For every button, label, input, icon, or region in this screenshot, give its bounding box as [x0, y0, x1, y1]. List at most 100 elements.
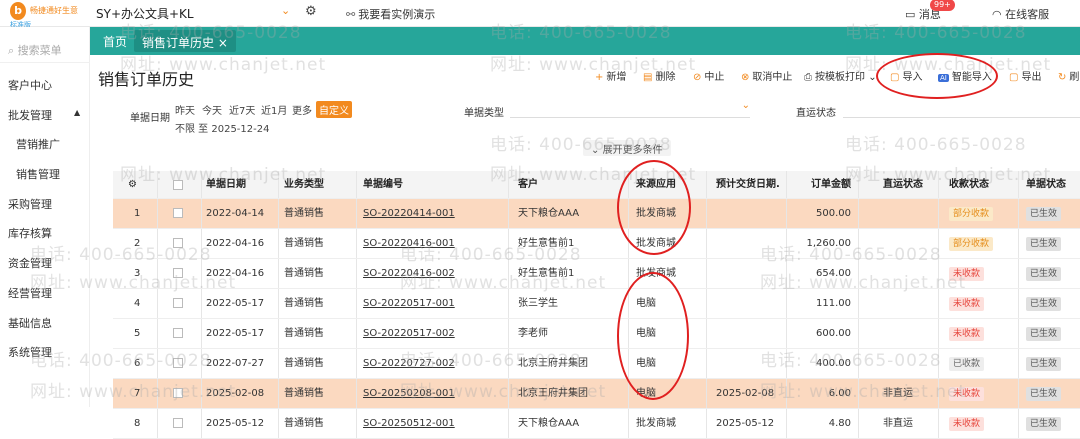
row-checkbox[interactable]: [173, 238, 183, 248]
cell-src: 电脑: [636, 358, 656, 369]
column-header-cust[interactable]: 客户: [518, 171, 623, 199]
sidebar-item-marketing[interactable]: 营销推广: [16, 136, 60, 152]
sidebar-item-system[interactable]: 系统管理: [8, 344, 52, 360]
print-template-button[interactable]: ⎙ 按模板打印 ⌄: [804, 68, 877, 83]
tab-strip: 首页 销售订单历史 ×: [90, 27, 1080, 55]
column-divider: [278, 409, 279, 438]
row-checkbox[interactable]: [173, 298, 183, 308]
row-checkbox[interactable]: [173, 358, 183, 368]
smart-import-button[interactable]: AI 智能导入: [938, 68, 992, 83]
date-option-more[interactable]: 更多: [292, 102, 312, 117]
sidebar-item-purchase[interactable]: 采购管理: [8, 196, 52, 212]
select-all-checkbox[interactable]: [173, 180, 183, 190]
date-option-1month[interactable]: 近1月: [261, 102, 287, 117]
menu-search-input[interactable]: ⌕ 搜索菜单: [0, 39, 90, 63]
sidebar-item-basic-info[interactable]: 基础信息: [8, 315, 52, 331]
cell-src: 批发商城: [636, 208, 676, 219]
sidebar-item-sales[interactable]: 销售管理: [16, 166, 60, 182]
table-row[interactable]: 4 2022-05-17 普通销售 SO-20220517-001 张三学生 电脑 111.…: [113, 289, 1080, 319]
cell-no[interactable]: SO-20220517-001: [363, 289, 503, 319]
date-option-yesterday[interactable]: 昨天: [175, 102, 195, 117]
row-checkbox[interactable]: [173, 388, 183, 398]
date-range-value[interactable]: 不限 至 2025-12-24: [175, 120, 269, 135]
table-row[interactable]: 3 2022-04-16 普通销售 SO-20220416-002 好生意售前1 批发商城…: [113, 259, 1080, 289]
column-divider: [278, 289, 279, 318]
column-header-pay[interactable]: 收款状态: [949, 171, 1019, 199]
column-divider: [858, 259, 859, 288]
type-filter-select[interactable]: ⌄: [510, 100, 750, 118]
cancel-stop-button[interactable]: ⊗ 取消中止: [741, 68, 792, 83]
column-divider: [706, 379, 707, 408]
cell-biz: 普通销售: [284, 328, 324, 339]
app-logo[interactable]: b 畅捷通好生意 标准版: [6, 2, 90, 29]
cell-no[interactable]: SO-20250512-001: [363, 409, 503, 439]
date-option-custom[interactable]: 自定义: [316, 101, 352, 118]
row-checkbox[interactable]: [173, 208, 183, 218]
column-divider: [858, 379, 859, 408]
export-button[interactable]: ▢ 导出: [1009, 68, 1041, 83]
status-badge: 已生效: [1026, 357, 1062, 371]
cell-pay: 未收款: [949, 289, 1019, 319]
date-option-7days[interactable]: 近7天: [229, 102, 255, 117]
column-header-amt[interactable]: 订单金额: [789, 171, 851, 199]
tab-home[interactable]: 首页: [103, 33, 127, 50]
refresh-button[interactable]: ↻ 刷: [1058, 68, 1079, 83]
column-settings-gear-icon[interactable]: ⚙: [128, 171, 137, 199]
column-header-ship[interactable]: 直运状态: [883, 171, 933, 199]
column-divider: [938, 409, 939, 438]
table-row[interactable]: 5 2022-05-17 普通销售 SO-20220517-002 李老师 电脑 600.0…: [113, 319, 1080, 349]
delete-button[interactable]: ▤ 删除: [643, 68, 675, 83]
column-header-biz[interactable]: 业务类型: [284, 171, 346, 199]
column-header-no[interactable]: 单据编号: [363, 171, 503, 199]
table-row[interactable]: 7 2025-02-08 普通销售 SO-20250208-001 北京王府井集团 电脑 2…: [113, 379, 1080, 409]
ship-filter-select[interactable]: [843, 100, 1080, 118]
cell-no[interactable]: SO-20220416-001: [363, 229, 503, 259]
table-row[interactable]: 1 2022-04-14 普通销售 SO-20220414-001 天下粮仓AAA 批发商…: [113, 199, 1080, 229]
cell-ship: [883, 259, 933, 289]
sidebar-item-inventory[interactable]: 库存核算: [8, 225, 52, 241]
chevron-down-icon[interactable]: ⌄: [281, 4, 290, 17]
cell-eta: 2025-05-12: [716, 418, 775, 429]
column-header-eta[interactable]: 预计交货日期.: [716, 171, 784, 199]
table-row[interactable]: 2 2022-04-16 普通销售 SO-20220416-001 好生意售前1 批发商城…: [113, 229, 1080, 259]
column-divider: [786, 319, 787, 348]
cell-date: 2022-04-16: [206, 268, 265, 279]
add-button[interactable]: + 新增: [595, 68, 626, 83]
gear-icon[interactable]: ⚙: [305, 4, 317, 19]
sidebar-item-operations[interactable]: 经营管理: [8, 285, 52, 301]
tab-sales-order-history[interactable]: 销售订单历史 ×: [134, 30, 236, 52]
online-service-button[interactable]: ◠ 在线客服: [992, 6, 1049, 22]
sidebar-item-wholesale[interactable]: 批发管理 ▲: [8, 107, 80, 123]
cell-no[interactable]: SO-20220416-002: [363, 259, 503, 289]
cell-no[interactable]: SO-20220517-002: [363, 319, 503, 349]
cell-no[interactable]: SO-20250208-001: [363, 379, 503, 409]
row-checkbox[interactable]: [173, 268, 183, 278]
cell-no[interactable]: SO-20220727-002: [363, 349, 503, 379]
close-icon[interactable]: ×: [218, 36, 228, 50]
cell-ship: [883, 229, 933, 259]
account-selector[interactable]: SY+办公文具+KL: [96, 5, 194, 22]
refresh-label: 刷: [1069, 72, 1080, 83]
import-button[interactable]: ▢ 导入: [890, 68, 922, 83]
table-row[interactable]: 8 2025-05-12 普通销售 SO-20250512-001 天下粮仓AAA 批发商…: [113, 409, 1080, 439]
stop-button[interactable]: ⊘ 中止: [693, 68, 724, 83]
row-checkbox[interactable]: [173, 328, 183, 338]
message-icon: ▭: [905, 8, 916, 21]
column-header-status[interactable]: 单据状态: [1026, 171, 1080, 199]
column-divider: [858, 171, 859, 198]
cell-no[interactable]: SO-20220414-001: [363, 199, 503, 229]
row-checkbox[interactable]: [173, 418, 183, 428]
column-divider: [201, 171, 202, 198]
stop-icon: ⊘: [693, 72, 702, 83]
column-header-src[interactable]: 来源应用: [636, 171, 698, 199]
expand-more-filters-button[interactable]: ⌄ 展开更多条件: [583, 140, 671, 156]
date-option-today[interactable]: 今天: [202, 102, 222, 117]
demo-link[interactable]: ⚯ 我要看实例演示: [346, 6, 435, 22]
column-header-date[interactable]: 单据日期: [206, 171, 276, 199]
table-row[interactable]: 6 2022-07-27 普通销售 SO-20220727-002 北京王府井集团 电脑 4…: [113, 349, 1080, 379]
sidebar-item-customer[interactable]: 客户中心: [8, 77, 52, 93]
column-divider: [706, 199, 707, 228]
sidebar-item-funds[interactable]: 资金管理: [8, 255, 52, 271]
cell-cust: 好生意售前1: [518, 238, 575, 249]
column-divider: [356, 319, 357, 348]
